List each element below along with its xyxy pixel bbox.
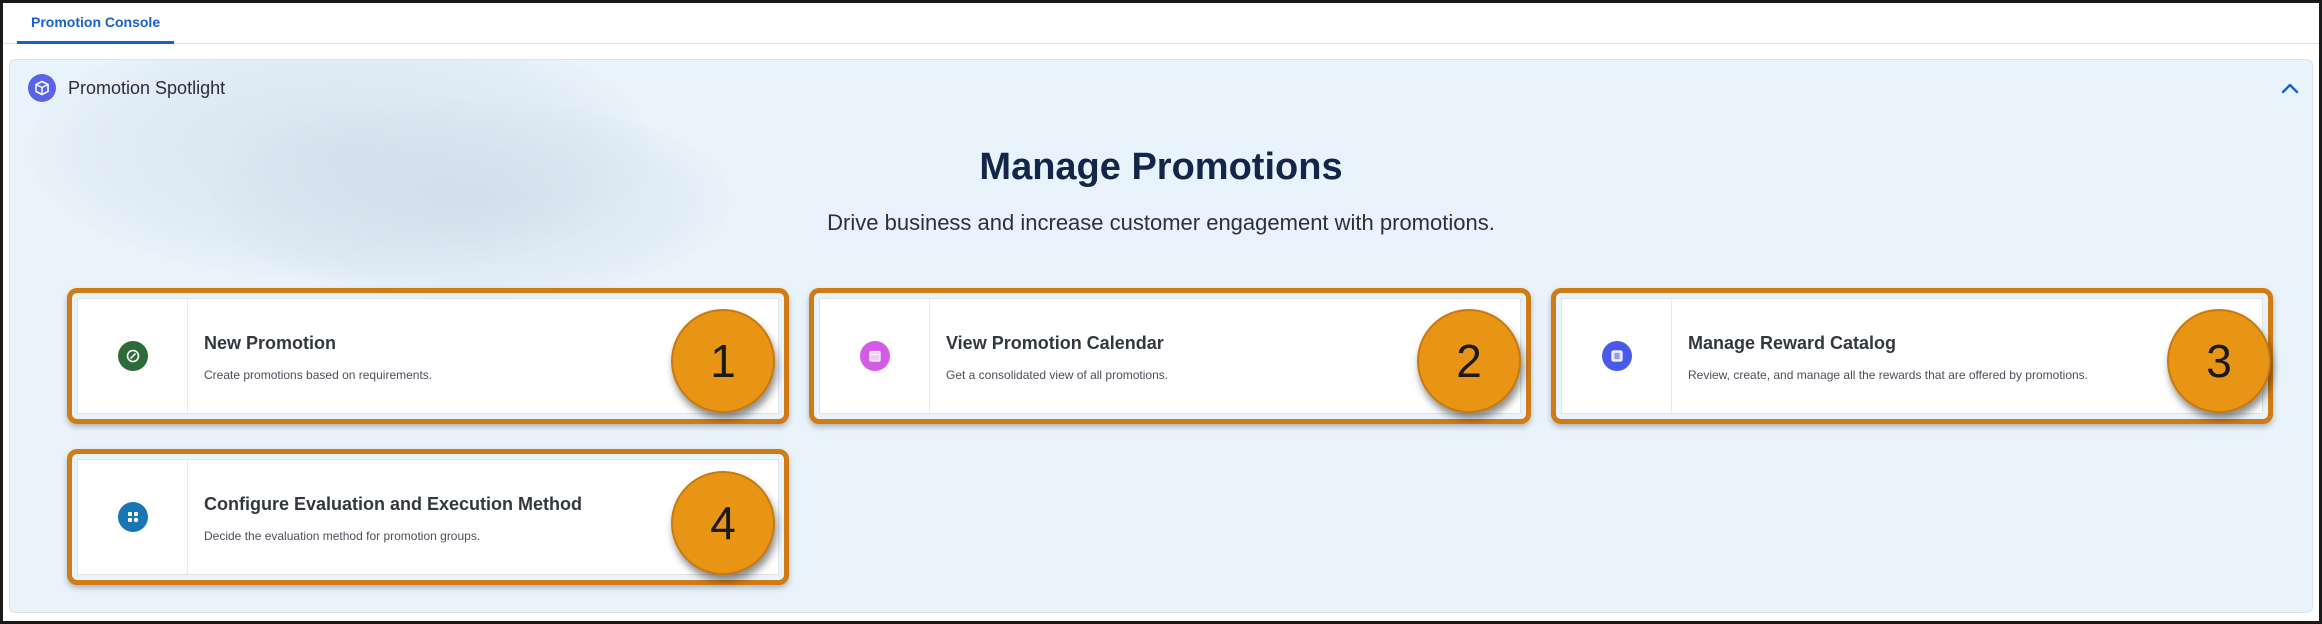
catalog-icon bbox=[1601, 341, 1632, 371]
step-badge: 1 bbox=[671, 309, 775, 413]
card-icon-column bbox=[78, 460, 188, 574]
collapse-button[interactable] bbox=[2276, 74, 2304, 102]
tab-bar: Promotion Console bbox=[3, 3, 2319, 44]
card-description: Get a consolidated view of all promotion… bbox=[946, 368, 1169, 382]
card-description: Create promotions based on requirements. bbox=[204, 368, 433, 382]
chevron-up-icon bbox=[2281, 83, 2299, 94]
card-title: Manage Reward Catalog bbox=[1688, 333, 1897, 353]
card-title: Configure Evaluation and Execution Metho… bbox=[204, 494, 583, 514]
card-title: New Promotion bbox=[204, 333, 337, 353]
card-icon-column bbox=[1562, 299, 1672, 413]
panel-header: Promotion Spotlight bbox=[28, 74, 225, 102]
card-icon-column bbox=[78, 299, 188, 413]
tab-promotion-console[interactable]: Promotion Console bbox=[17, 3, 175, 44]
view-promotion-calendar-card[interactable]: View Promotion Calendar Get a consolidat… bbox=[819, 298, 1521, 414]
page-subtitle: Drive business and increase customer eng… bbox=[827, 210, 1495, 235]
cloud-decoration bbox=[210, 100, 730, 300]
manage-reward-catalog-card-highlight: Manage Reward Catalog Review, create, an… bbox=[1551, 288, 2273, 424]
step-badge: 4 bbox=[671, 471, 775, 575]
settings-flow-icon bbox=[117, 502, 148, 532]
card-text: Manage Reward Catalog Review, create, an… bbox=[1672, 299, 2088, 413]
cube-icon bbox=[28, 74, 56, 102]
card-title: View Promotion Calendar bbox=[946, 333, 1164, 353]
panel-title: Promotion Spotlight bbox=[68, 77, 226, 98]
app-frame: Promotion Console Promotion Spotlight Ma… bbox=[0, 0, 2322, 624]
promotion-tag-icon bbox=[117, 341, 148, 371]
card-text: View Promotion Calendar Get a consolidat… bbox=[930, 299, 1168, 413]
card-icon-column bbox=[820, 299, 930, 413]
manage-reward-catalog-card[interactable]: Manage Reward Catalog Review, create, an… bbox=[1561, 298, 2263, 414]
page-title: Manage Promotions bbox=[979, 146, 1343, 188]
card-description: Decide the evaluation method for promoti… bbox=[204, 529, 481, 543]
card-text: New Promotion Create promotions based on… bbox=[188, 299, 432, 413]
step-badge: 3 bbox=[2167, 309, 2271, 413]
calendar-icon bbox=[859, 341, 890, 371]
step-badge: 2 bbox=[1417, 309, 1521, 413]
card-description: Review, create, and manage all the rewar… bbox=[1688, 368, 2089, 382]
card-text: Configure Evaluation and Execution Metho… bbox=[188, 460, 582, 574]
